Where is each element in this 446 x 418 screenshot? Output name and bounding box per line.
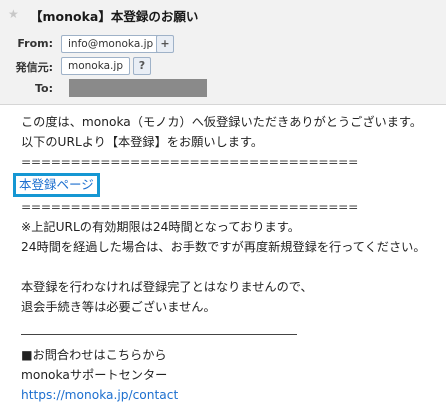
- sender-domain-chip[interactable]: monoka.jp: [61, 57, 130, 75]
- from-address-chip[interactable]: info@monoka.jp: [61, 35, 161, 53]
- help-icon[interactable]: ?: [133, 57, 151, 75]
- body-line: 退会手続き等は必要ございません。: [21, 299, 216, 314]
- body-line: この度は、monoka（モノカ）へ仮登録いただきありがとうございます。: [21, 115, 423, 129]
- body-line: 本登録を行わなければ登録完了とはなりませんので、: [21, 279, 313, 294]
- email-subject: 【monoka】本登録のお願い: [30, 9, 199, 24]
- sender-label: 発信元:: [15, 61, 53, 74]
- contact-heading: ■お問合わせはこちらから: [21, 348, 167, 363]
- email-header: ★ 【monoka】本登録のお願い From: info@monoka.jp +…: [0, 0, 446, 105]
- separator-line: ==================================: [21, 154, 359, 169]
- registration-link-highlight[interactable]: 本登録ページ: [13, 173, 100, 198]
- body-line: ※上記URLの有効期限は24時間となっております。: [21, 220, 300, 235]
- email-body: この度は、monoka（モノカ）へ仮登録いただきありがとうございます。 以下のU…: [13, 113, 441, 406]
- registration-link[interactable]: 本登録ページ: [19, 177, 94, 192]
- body-line: 以下のURLより【本登録】をお願いします。: [21, 134, 264, 149]
- redacted-recipient: [69, 79, 207, 97]
- star-icon[interactable]: ★: [8, 7, 19, 21]
- support-center-name: monokaサポートセンター: [21, 368, 168, 383]
- from-label: From:: [17, 37, 53, 50]
- separator-line: ==================================: [21, 200, 359, 215]
- body-line: 24時間を経過した場合は、お手数ですが再度新規登録を行ってください。: [21, 239, 426, 254]
- add-contact-icon[interactable]: +: [156, 35, 174, 53]
- divider: [21, 334, 297, 336]
- to-label: To:: [35, 82, 53, 95]
- contact-url-link[interactable]: https://monoka.jp/contact: [21, 386, 441, 406]
